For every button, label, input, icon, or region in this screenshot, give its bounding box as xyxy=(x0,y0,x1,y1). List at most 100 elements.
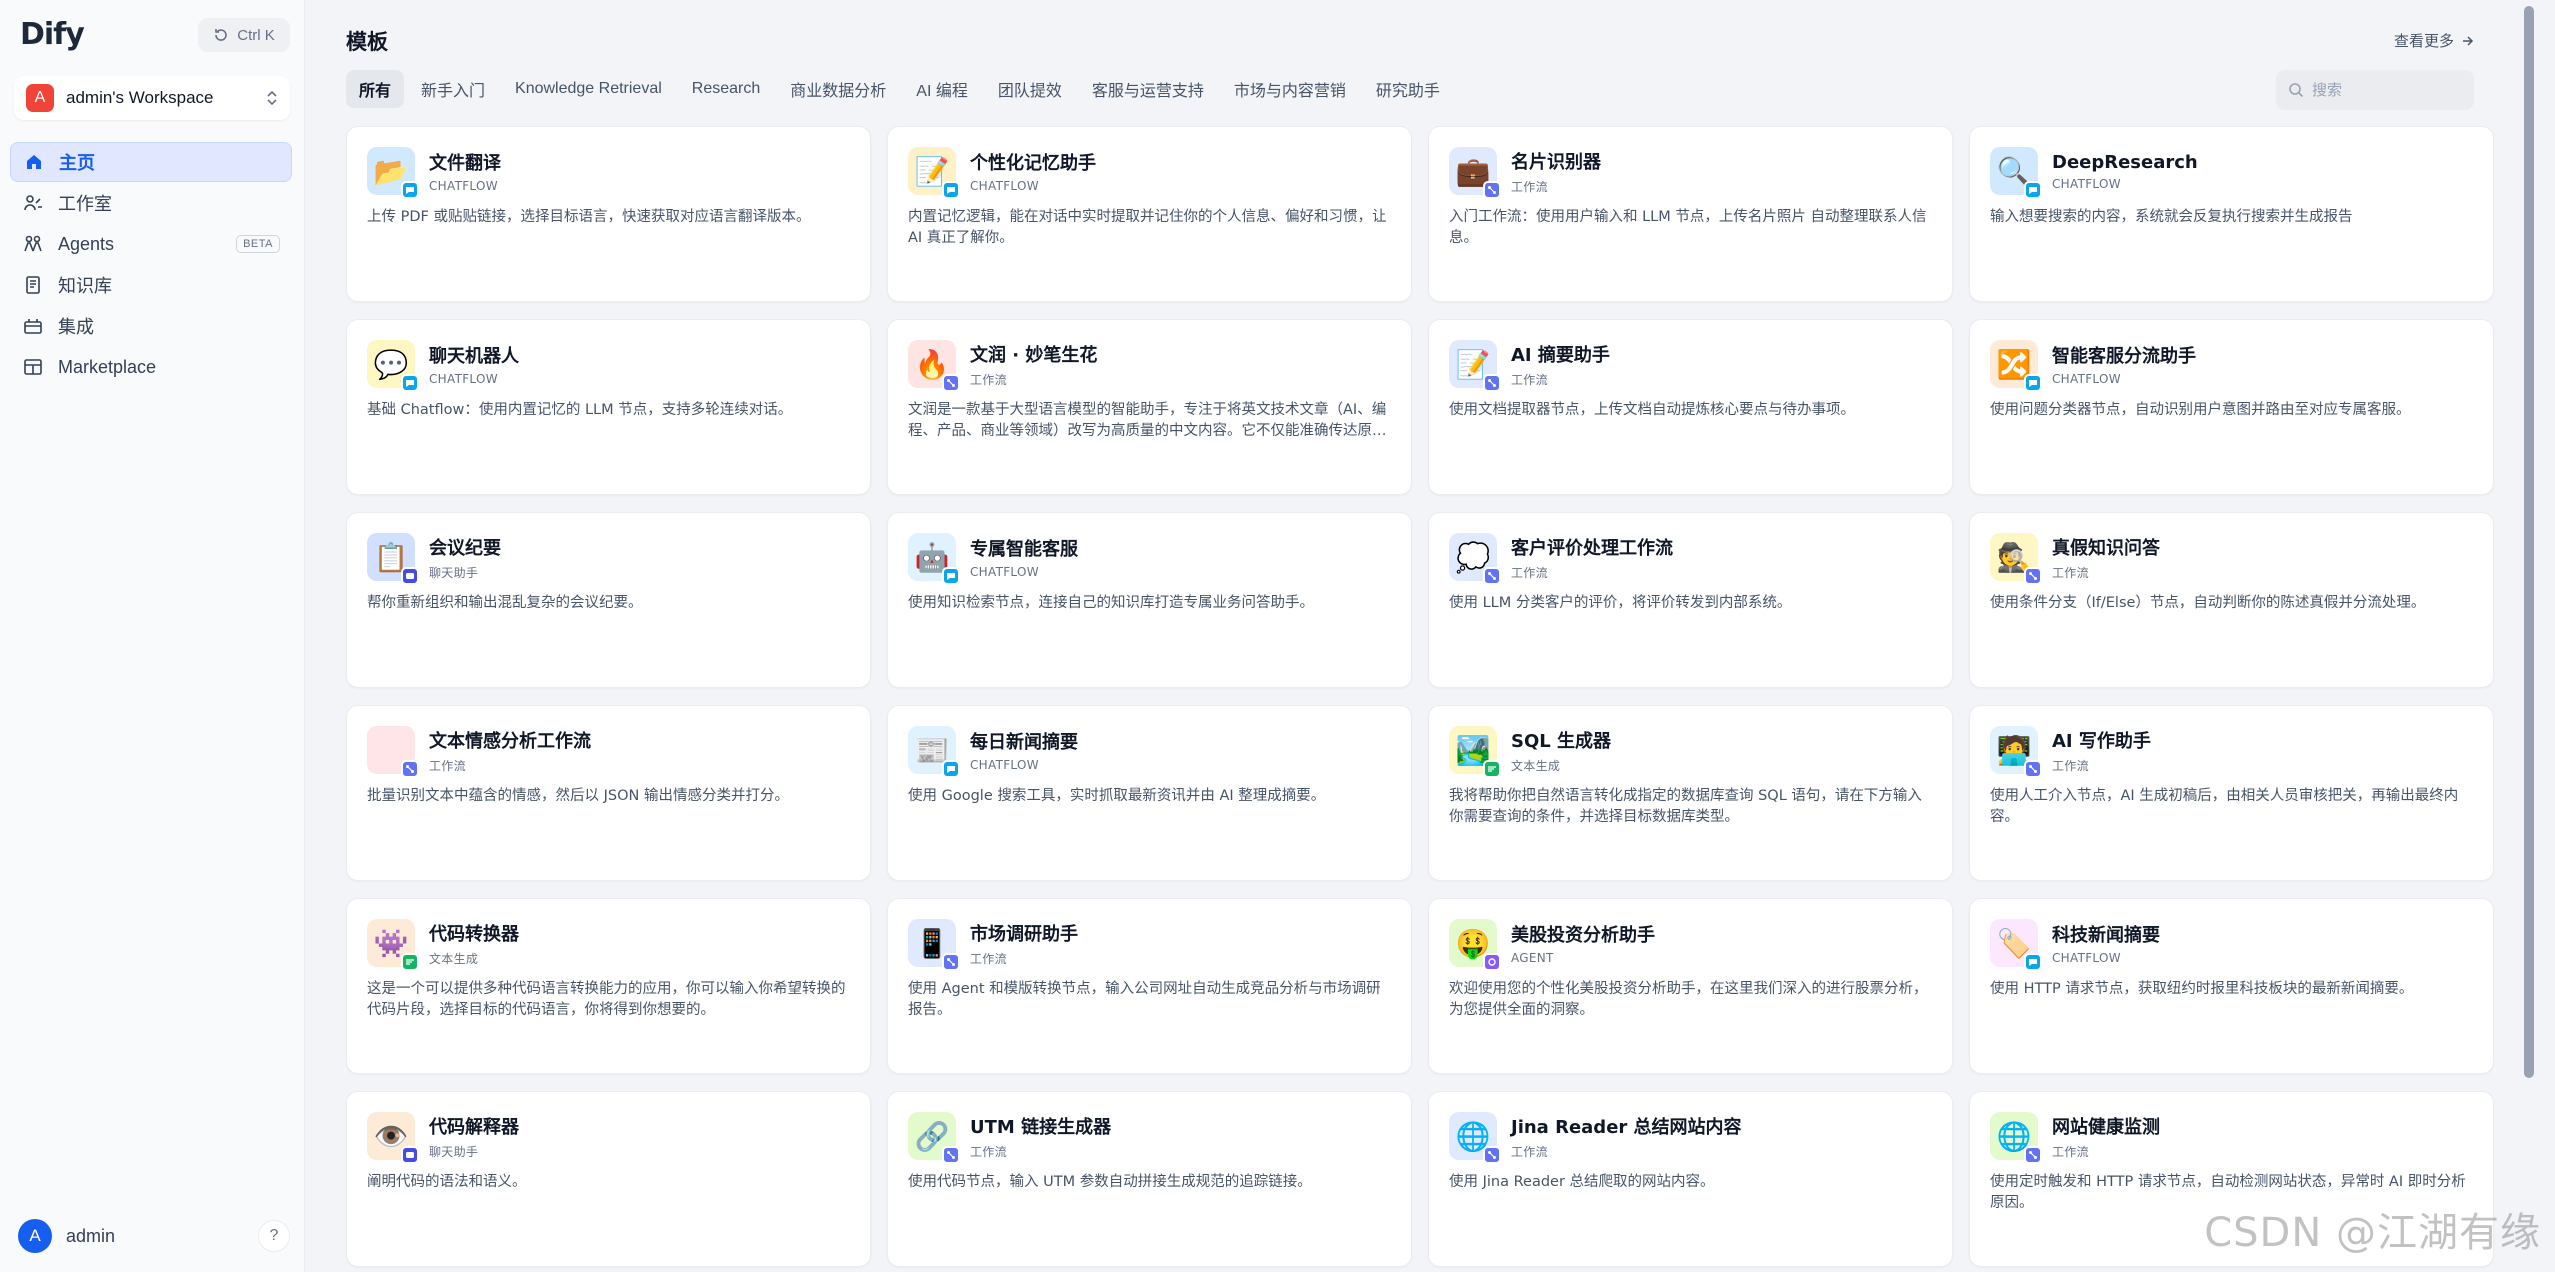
card-title-group: 代码解释器 聊天助手 xyxy=(429,1113,519,1160)
agents-icon xyxy=(22,233,44,255)
app-icon: 📝 xyxy=(1449,340,1501,392)
card-title: 真假知识问答 xyxy=(2052,537,2160,559)
category-tab[interactable]: 所有 xyxy=(346,70,405,108)
template-card[interactable]: 💼 名片识别器 工作流 入门工作流：使用用户输入和 LLM 节点，上传名片照片 自动整… xyxy=(1428,126,1953,302)
agent-mode-icon xyxy=(1483,953,1501,971)
app-icon: 🔥 xyxy=(908,340,960,392)
sidebar-item-agents[interactable]: Agents BETA xyxy=(10,224,292,264)
category-tab[interactable]: 客服与运营支持 xyxy=(1079,70,1217,108)
card-description: 使用 LLM 分类客户的评价，将评价转发到内部系统。 xyxy=(1449,595,1792,611)
card-mode: 聊天助手 xyxy=(429,1144,479,1159)
card-mode: CHATFLOW xyxy=(970,179,1039,193)
template-card[interactable]: 🧑‍💻 AI 写作助手 工作流 使用人工介入节点，AI 生成初稿后，由相关人员审核把关… xyxy=(1969,705,2494,881)
beta-badge: BETA xyxy=(236,235,280,253)
template-card[interactable]: 📰 每日新闻摘要 CHATFLOW 使用 Google 搜索工具，实时抓取最新资讯并由… xyxy=(887,705,1412,881)
card-title-group: 个性化记忆助手 CHATFLOW xyxy=(970,149,1096,193)
template-card[interactable]: 🤑 美股投资分析助手 AGENT 欢迎使用您的个性化美股投资分析助手，在这里我们深入的… xyxy=(1428,898,1953,1074)
app-icon xyxy=(367,726,419,778)
template-card[interactable]: 📝 个性化记忆助手 CHATFLOW 内置记忆逻辑，能在对话中实时提取并记住你的个人信… xyxy=(887,126,1412,302)
template-card[interactable]: 🔀 智能客服分流助手 CHATFLOW 使用问题分类器节点，自动识别用户意图并路由至对… xyxy=(1969,319,2494,495)
sidebar-item-marketplace[interactable]: Marketplace xyxy=(10,347,292,387)
template-card[interactable]: 📝 AI 摘要助手 工作流 使用文档提取器节点，上传文档自动提炼核心要点与待办事项。 xyxy=(1428,319,1953,495)
template-card[interactable]: 🔍 DeepResearch CHATFLOW 输入想要搜索的内容，系统就会反复执行搜… xyxy=(1969,126,2494,302)
card-header: 💭 客户评价处理工作流 工作流 xyxy=(1449,533,1932,585)
template-card[interactable]: 💭 客户评价处理工作流 工作流使用 LLM 分类客户的评价，将评价转发到内部系统。 xyxy=(1428,512,1953,688)
card-title: AI 写作助手 xyxy=(2052,730,2151,752)
category-tab[interactable]: Knowledge Retrieval xyxy=(502,70,675,108)
template-card[interactable]: 🌐 Jina Reader 总结网站内容 工作流 使用 Jina Reader 总结爬… xyxy=(1428,1091,1953,1267)
sidebar-item-studio[interactable]: 工作室 xyxy=(10,183,292,223)
card-mode: 工作流 xyxy=(2052,565,2089,580)
card-description: 使用 Google 搜索工具，实时抓取最新资讯并由 AI 整理成摘要。 xyxy=(908,788,1326,804)
template-card[interactable]: 文本情感分析工作流 工作流 批量识别文本中蕴含的情感，然后以 JSON 输出情感分类… xyxy=(346,705,871,881)
help-icon[interactable]: ? xyxy=(258,1220,290,1252)
template-card[interactable]: 🏷️ 科技新闻摘要 CHATFLOW 使用 HTTP 请求节点，获取纽约时报里科技板块… xyxy=(1969,898,2494,1074)
search-input[interactable] xyxy=(2312,81,2462,99)
workspace-name: admin's Workspace xyxy=(66,88,214,107)
card-description: 使用文档提取器节点，上传文档自动提炼核心要点与待办事项。 xyxy=(1449,402,1855,418)
workflow-mode-icon xyxy=(942,953,960,971)
template-card[interactable]: 🔥 文润 · 妙笔生花 工作流 文润是一款基于大型语言模型的智能助手，专注于将英文技术… xyxy=(887,319,1412,495)
template-search[interactable] xyxy=(2276,70,2474,110)
category-tab[interactable]: AI 编程 xyxy=(903,70,981,108)
app-icon: 💼 xyxy=(1449,147,1501,199)
workspace-switcher[interactable]: A admin's Workspace xyxy=(14,76,290,120)
card-title: 文润 · 妙笔生花 xyxy=(970,344,1098,366)
category-tab[interactable]: 研究助手 xyxy=(1363,70,1453,108)
chatflow-mode-icon xyxy=(942,567,960,585)
app-icon: 🤑 xyxy=(1449,919,1501,971)
template-card[interactable]: 📱 市场调研助手 工作流 使用 Agent 和模版转换节点，输入公司网址自动生成竞品分… xyxy=(887,898,1412,1074)
template-card[interactable]: 🤖 专属智能客服 CHATFLOW 使用知识检索节点，连接自己的知识库打造专属业务问答… xyxy=(887,512,1412,688)
card-mode: 工作流 xyxy=(970,372,1007,387)
view-more-link[interactable]: 查看更多 xyxy=(2394,30,2474,51)
template-card[interactable]: 📋 会议纪要 聊天助手 帮你重新组织和输出混乱复杂的会议纪要。 xyxy=(346,512,871,688)
template-card[interactable]: 🔗 UTM 链接生成器 工作流 使用代码节点，输入 UTM 参数自动拼接生成规范的追踪… xyxy=(887,1091,1412,1267)
app-icon: 📰 xyxy=(908,726,960,778)
template-card[interactable]: 👁️ 代码解释器 聊天助手 阐明代码的语法和语义。 xyxy=(346,1091,871,1267)
card-description: 输入想要搜索的内容，系统就会反复执行搜索并生成报告 xyxy=(1990,209,2353,225)
card-header: 📝 个性化记忆助手 CHATFLOW xyxy=(908,147,1391,199)
page-scrollbar[interactable] xyxy=(2524,6,2534,1078)
search-shortcut-button[interactable]: Ctrl K xyxy=(198,18,290,52)
card-title-group: 会议纪要 聊天助手 xyxy=(429,534,501,581)
template-card[interactable]: 🏞️ SQL 生成器 文本生成 我将帮助你把自然语言转化成指定的数据库查询 SQL 语… xyxy=(1428,705,1953,881)
card-header: 📂 文件翻译 CHATFLOW xyxy=(367,147,850,199)
template-card[interactable]: 🕵️ 真假知识问答 工作流 使用条件分支（If/Else）节点，自动判断你的陈述真假并… xyxy=(1969,512,2494,688)
command-search-icon xyxy=(215,29,227,41)
dify-logo[interactable]: Dify xyxy=(20,14,85,54)
card-title-group: DeepResearch CHATFLOW xyxy=(2052,152,2198,191)
app-icon: 👾 xyxy=(367,919,419,971)
sidebar-item-home[interactable]: 主页 xyxy=(10,142,292,182)
card-header: 👁️ 代码解释器 聊天助手 xyxy=(367,1112,850,1164)
category-tab[interactable]: 新手入门 xyxy=(408,70,498,108)
category-tab[interactable]: 团队提效 xyxy=(985,70,1075,108)
card-title-group: 智能客服分流助手 CHATFLOW xyxy=(2052,342,2196,386)
category-tab[interactable]: 市场与内容营销 xyxy=(1221,70,1359,108)
sidebar-item-knowledge[interactable]: 知识库 xyxy=(10,265,292,305)
card-title: 智能客服分流助手 xyxy=(2052,346,2196,367)
chevron-up-down-icon xyxy=(266,89,278,108)
workflow-mode-icon xyxy=(1483,1146,1501,1164)
card-mode: 聊天助手 xyxy=(429,565,479,580)
sidebar-item-label: 主页 xyxy=(59,153,95,173)
app-icon: 🕵️ xyxy=(1990,533,2042,585)
sidebar-item-integrations[interactable]: 集成 xyxy=(10,306,292,346)
category-tab[interactable]: Research xyxy=(679,70,773,108)
template-card[interactable]: 💬 聊天机器人 CHATFLOW 基础 Chatflow：使用内置记忆的 LLM 节点… xyxy=(346,319,871,495)
card-header: 🤑 美股投资分析助手 AGENT xyxy=(1449,919,1932,971)
user-menu[interactable]: A admin ? xyxy=(18,1218,290,1254)
user-avatar[interactable]: A xyxy=(18,1219,52,1253)
card-title: Jina Reader 总结网站内容 xyxy=(1511,1116,1742,1138)
sidebar: Dify Ctrl K A admin's Workspace 主页工作室 Age… xyxy=(0,0,305,1272)
template-card[interactable]: 👾 代码转换器 文本生成 这是一个可以提供多种代码语言转换能力的应用，你可以输入你希望… xyxy=(346,898,871,1074)
category-tab[interactable]: 商业数据分析 xyxy=(777,70,899,108)
card-title-group: 每日新闻摘要 CHATFLOW xyxy=(970,728,1078,772)
card-header: 🧑‍💻 AI 写作助手 工作流 xyxy=(1990,726,2473,778)
card-title: UTM 链接生成器 xyxy=(970,1116,1112,1138)
template-card[interactable]: 📂 文件翻译 CHATFLOW 上传 PDF 或贴贴链接，选择目标语言，快速获取对应语… xyxy=(346,126,871,302)
sidebar-item-label: 知识库 xyxy=(58,276,112,296)
app-icon: 📱 xyxy=(908,919,960,971)
card-title-group: 真假知识问答 工作流 xyxy=(2052,534,2160,581)
card-title-group: 市场调研助手 工作流 xyxy=(970,920,1078,967)
chatflow-mode-icon xyxy=(2024,953,2042,971)
